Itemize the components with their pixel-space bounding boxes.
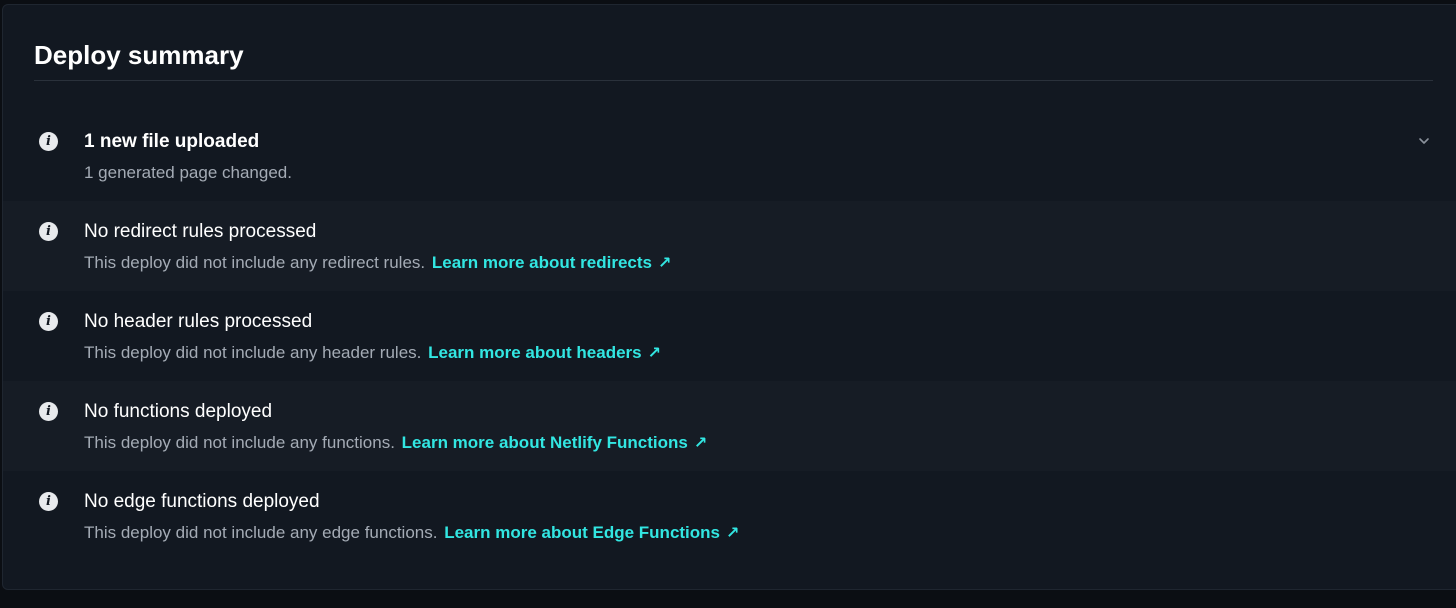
external-link-icon: ↗ bbox=[658, 253, 672, 272]
row-description-text: This deploy did not include any header r… bbox=[84, 343, 422, 362]
row-description: 1 generated page changed. bbox=[84, 163, 292, 182]
info-icon: i bbox=[39, 222, 58, 241]
row-title: No redirect rules processed bbox=[84, 221, 317, 242]
external-link-icon: ↗ bbox=[726, 523, 740, 542]
section-title: Deploy summary bbox=[34, 40, 244, 70]
info-icon: i bbox=[39, 312, 58, 331]
row-description: This deploy did not include any edge fun… bbox=[84, 523, 739, 543]
list-item-functions: i No functions deployed This deploy did … bbox=[3, 381, 1456, 471]
info-icon: i bbox=[39, 132, 58, 151]
row-description-text: This deploy did not include any function… bbox=[84, 433, 395, 452]
row-title: No edge functions deployed bbox=[84, 491, 320, 512]
learn-more-headers-link[interactable]: Learn more about headers ↗ bbox=[428, 343, 661, 362]
chevron-down-icon[interactable] bbox=[1418, 135, 1430, 147]
learn-more-edge-functions-link[interactable]: Learn more about Edge Functions ↗ bbox=[444, 523, 739, 542]
info-icon: i bbox=[39, 402, 58, 421]
row-description: This deploy did not include any header r… bbox=[84, 343, 661, 363]
list-item-redirects: i No redirect rules processed This deplo… bbox=[3, 201, 1456, 291]
external-link-icon: ↗ bbox=[693, 433, 708, 452]
list-item-files-uploaded[interactable]: i 1 new file uploaded 1 generated page c… bbox=[3, 111, 1456, 201]
row-title: No header rules processed bbox=[84, 311, 313, 332]
row-title: 1 new file uploaded bbox=[84, 131, 260, 152]
divider bbox=[34, 80, 1433, 81]
row-description: This deploy did not include any redirect… bbox=[84, 253, 671, 273]
deploy-summary-card: Deploy summary i 1 new file uploaded 1 g… bbox=[2, 4, 1456, 590]
external-link-icon: ↗ bbox=[647, 343, 662, 362]
row-description-text: This deploy did not include any edge fun… bbox=[84, 523, 438, 542]
row-description: This deploy did not include any function… bbox=[84, 433, 707, 453]
list-item-headers: i No header rules processed This deploy … bbox=[3, 291, 1456, 381]
list-item-edge-functions: i No edge functions deployed This deploy… bbox=[3, 471, 1456, 561]
row-title: No functions deployed bbox=[84, 401, 273, 422]
row-description-text: This deploy did not include any redirect… bbox=[84, 253, 426, 272]
link-label[interactable]: Learn more about headers bbox=[428, 343, 642, 362]
summary-list: i 1 new file uploaded 1 generated page c… bbox=[3, 111, 1456, 561]
link-label[interactable]: Learn more about redirects bbox=[432, 253, 652, 272]
link-label[interactable]: Learn more about Netlify Functions bbox=[402, 433, 688, 452]
learn-more-functions-link[interactable]: Learn more about Netlify Functions ↗ bbox=[402, 433, 708, 452]
learn-more-redirects-link[interactable]: Learn more about redirects ↗ bbox=[432, 253, 672, 272]
info-icon: i bbox=[39, 492, 58, 511]
link-label[interactable]: Learn more about Edge Functions bbox=[444, 523, 720, 542]
